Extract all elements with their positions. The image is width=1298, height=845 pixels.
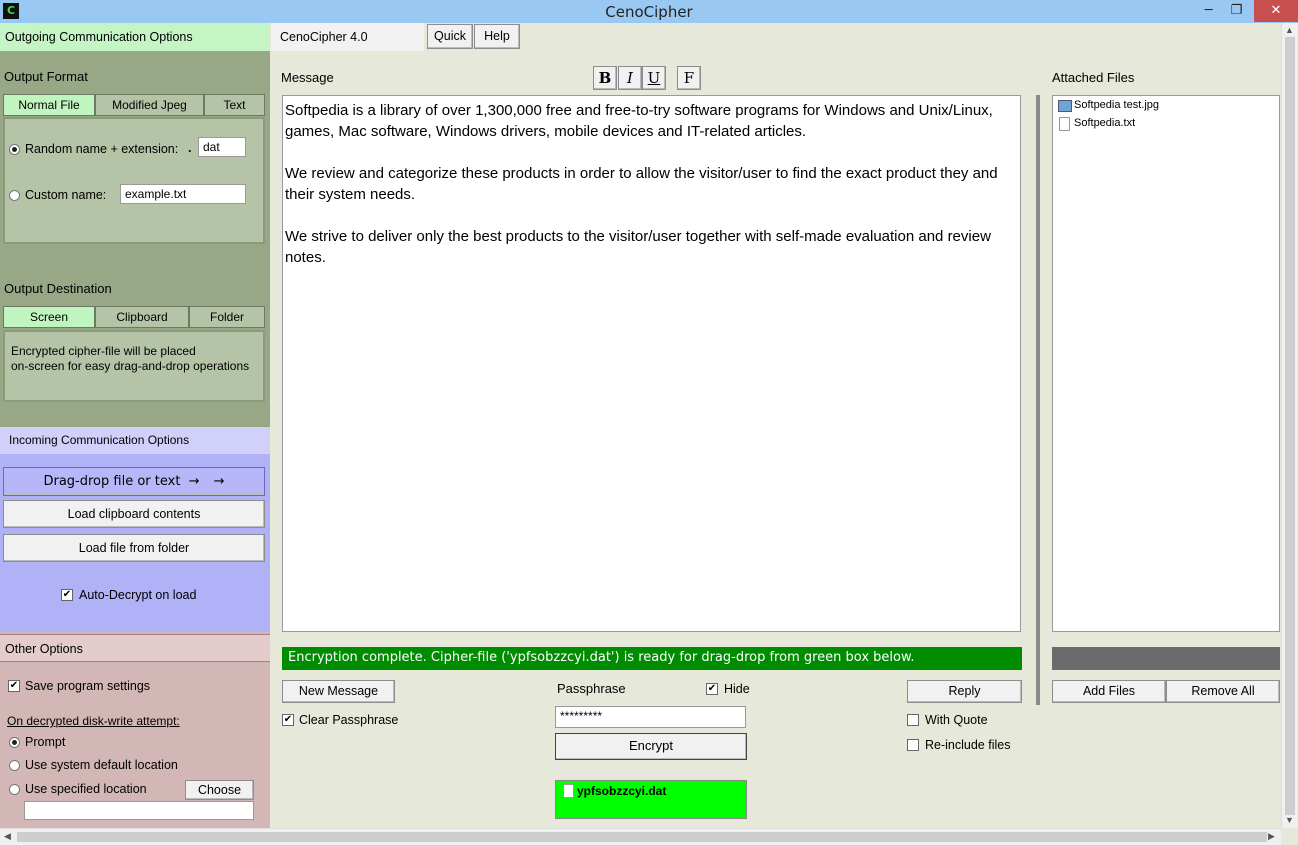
specified-location-radio[interactable] bbox=[9, 784, 20, 795]
close-button[interactable]: ✕ bbox=[1254, 0, 1298, 22]
message-title: Message bbox=[281, 70, 334, 85]
attachments-status-bar bbox=[1052, 647, 1280, 670]
font-button[interactable]: F bbox=[677, 66, 701, 90]
prompt-radio[interactable] bbox=[9, 737, 20, 748]
file-icon bbox=[563, 784, 574, 798]
clear-passphrase-checkbox[interactable]: ✔ bbox=[282, 714, 294, 726]
random-name-label: Random name + extension: bbox=[25, 142, 179, 156]
drag-drop-label: Drag-drop file or text bbox=[43, 474, 181, 489]
custom-name-label: Custom name: bbox=[25, 188, 107, 202]
message-paragraph: We strive to deliver only the best produ… bbox=[285, 228, 991, 266]
random-name-radio[interactable] bbox=[9, 144, 20, 155]
reinclude-files-label: Re-include files bbox=[925, 738, 1011, 752]
cipher-file-name[interactable]: ypfsobzzcyi.dat bbox=[577, 784, 666, 798]
cipher-output-box[interactable]: ypfsobzzcyi.dat bbox=[555, 780, 747, 819]
outgoing-header: Outgoing Communication Options bbox=[0, 23, 270, 51]
drag-drop-zone[interactable]: Drag-drop file or text → → bbox=[3, 467, 265, 496]
arrow-right-icon: → bbox=[188, 474, 200, 489]
output-format-title: Output Format bbox=[4, 69, 88, 84]
image-file-icon bbox=[1058, 100, 1072, 112]
extension-dot: . bbox=[188, 141, 192, 155]
other-header: Other Options bbox=[0, 634, 270, 662]
attached-file-item[interactable]: Softpedia.txt bbox=[1074, 117, 1135, 129]
remove-all-button[interactable]: Remove All bbox=[1166, 680, 1280, 703]
app-version: CenoCipher 4.0 bbox=[271, 23, 424, 51]
save-settings-checkbox[interactable]: ✔ bbox=[8, 680, 20, 692]
new-message-button[interactable]: New Message bbox=[282, 680, 395, 703]
destination-desc-line2: on-screen for easy drag-and-drop operati… bbox=[11, 359, 250, 373]
save-settings-label: Save program settings bbox=[25, 679, 151, 693]
italic-button[interactable]: I bbox=[618, 66, 642, 90]
scroll-left-icon[interactable]: ◀ bbox=[4, 831, 11, 842]
window-title: CenoCipher bbox=[605, 3, 693, 21]
text-file-icon bbox=[1059, 117, 1070, 131]
destination-desc-line1: Encrypted cipher-file will be placed bbox=[11, 344, 196, 358]
passphrase-label: Passphrase bbox=[557, 681, 626, 696]
hide-checkbox[interactable]: ✔ bbox=[706, 683, 718, 695]
system-default-label: Use system default location bbox=[25, 758, 178, 772]
splitter[interactable] bbox=[1036, 95, 1040, 705]
scroll-down-icon[interactable]: ▼ bbox=[1285, 815, 1294, 825]
add-files-button[interactable]: Add Files bbox=[1052, 680, 1166, 703]
scroll-up-icon[interactable]: ▲ bbox=[1285, 25, 1294, 35]
auto-decrypt-label: Auto-Decrypt on load bbox=[79, 588, 197, 602]
specified-location-input[interactable] bbox=[24, 801, 254, 820]
attached-file-item[interactable]: Softpedia test.jpg bbox=[1074, 99, 1159, 111]
tab-normal-file[interactable]: Normal File bbox=[3, 94, 95, 116]
attached-files-title: Attached Files bbox=[1052, 70, 1135, 85]
hide-label: Hide bbox=[724, 682, 750, 696]
scrollbar-thumb[interactable] bbox=[1285, 37, 1295, 815]
scrollbar-thumb[interactable] bbox=[17, 832, 1267, 842]
tab-clipboard[interactable]: Clipboard bbox=[95, 306, 189, 328]
attached-files-list[interactable]: Softpedia test.jpg Softpedia.txt bbox=[1052, 95, 1280, 632]
tab-text[interactable]: Text bbox=[204, 94, 265, 116]
arrow-right-icon: → bbox=[213, 474, 225, 489]
quick-button[interactable]: Quick bbox=[427, 24, 473, 49]
underline-button[interactable]: U bbox=[642, 66, 666, 90]
system-default-radio[interactable] bbox=[9, 760, 20, 771]
disk-write-label: On decrypted disk-write attempt: bbox=[7, 714, 180, 728]
maximize-button[interactable]: ❐ bbox=[1222, 0, 1251, 22]
custom-name-radio[interactable] bbox=[9, 190, 20, 201]
incoming-header: Incoming Communication Options bbox=[0, 427, 270, 454]
load-folder-button[interactable]: Load file from folder bbox=[3, 534, 265, 562]
vertical-scrollbar[interactable]: ▲ ▼ bbox=[1281, 23, 1298, 828]
message-editor[interactable]: Softpedia is a library of over 1,300,000… bbox=[282, 95, 1021, 632]
with-quote-label: With Quote bbox=[925, 713, 988, 727]
status-bar: Encryption complete. Cipher-file ('ypfso… bbox=[282, 647, 1022, 670]
load-clipboard-button[interactable]: Load clipboard contents bbox=[3, 500, 265, 528]
horizontal-scrollbar[interactable]: ◀ ▶ bbox=[0, 828, 1281, 845]
reinclude-files-checkbox[interactable] bbox=[907, 739, 919, 751]
choose-button[interactable]: Choose bbox=[185, 780, 254, 800]
encrypt-button[interactable]: Encrypt bbox=[555, 733, 747, 760]
custom-name-input[interactable]: example.txt bbox=[120, 184, 246, 204]
tab-modified-jpeg[interactable]: Modified Jpeg bbox=[95, 94, 204, 116]
prompt-label: Prompt bbox=[25, 735, 66, 749]
message-paragraph: We review and categorize these products … bbox=[285, 165, 998, 203]
specified-location-label: Use specified location bbox=[25, 782, 147, 796]
minimize-button[interactable]: ─ bbox=[1194, 0, 1223, 22]
passphrase-input[interactable]: ********* bbox=[555, 706, 746, 728]
extension-input[interactable]: dat bbox=[198, 137, 246, 157]
message-paragraph: Softpedia is a library of over 1,300,000… bbox=[285, 102, 993, 140]
tab-folder[interactable]: Folder bbox=[189, 306, 265, 328]
tab-screen[interactable]: Screen bbox=[3, 306, 95, 328]
output-destination-title: Output Destination bbox=[4, 281, 112, 296]
scroll-right-icon[interactable]: ▶ bbox=[1268, 831, 1275, 842]
with-quote-checkbox[interactable] bbox=[907, 714, 919, 726]
clear-passphrase-label: Clear Passphrase bbox=[299, 713, 399, 727]
reply-button[interactable]: Reply bbox=[907, 680, 1022, 703]
bold-button[interactable]: B bbox=[593, 66, 617, 90]
auto-decrypt-checkbox[interactable]: ✔ bbox=[61, 589, 73, 601]
help-button[interactable]: Help bbox=[474, 24, 520, 49]
